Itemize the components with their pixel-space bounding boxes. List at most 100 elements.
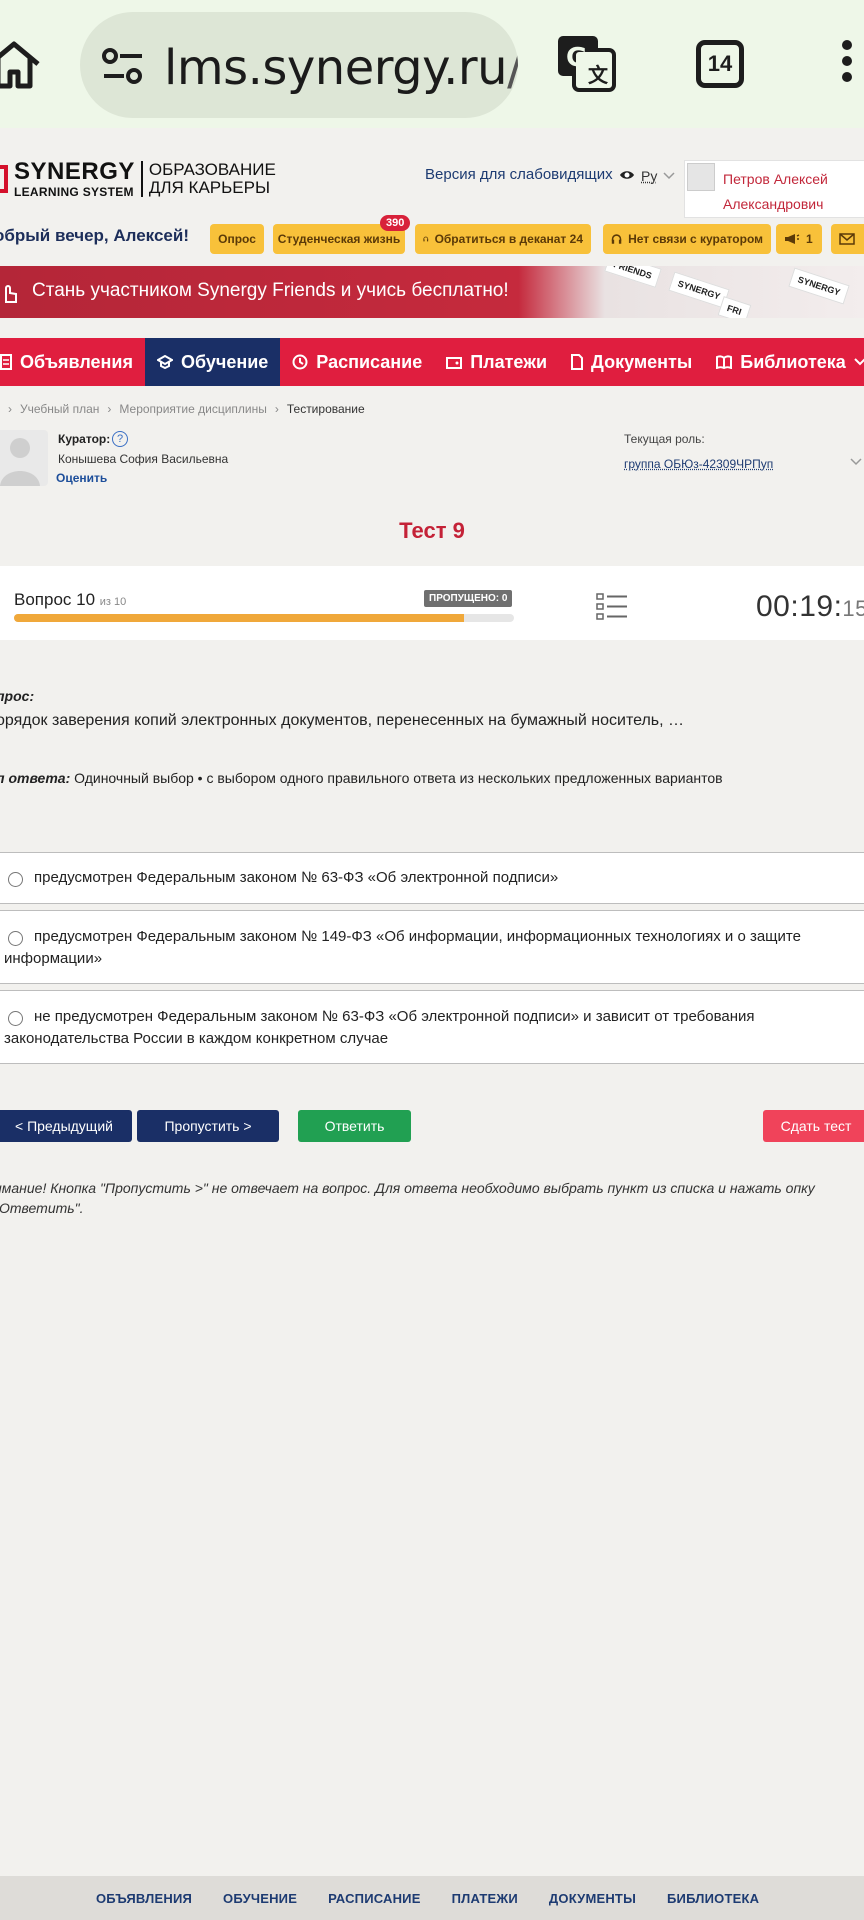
banner-text: Стань участником Synergy Friends и учись… — [32, 280, 509, 301]
previous-button[interactable]: < Предыдущий — [0, 1110, 132, 1142]
site-settings-icon[interactable] — [100, 46, 146, 86]
chevron-right-icon: › — [274, 402, 279, 416]
chevron-down-icon — [854, 358, 864, 366]
chevron-down-icon — [663, 172, 675, 180]
chevron-down-icon[interactable] — [850, 455, 862, 467]
answer-button[interactable]: Ответить — [298, 1110, 411, 1142]
footer-documents[interactable]: ДОКУМЕНТЫ — [549, 1891, 636, 1906]
curator-label: Куратор: — [58, 432, 111, 446]
footer-payments[interactable]: ПЛАТЕЖИ — [452, 1891, 518, 1906]
promo-banner[interactable]: Стань участником Synergy Friends и учись… — [0, 266, 864, 318]
banner-card: SYNERGY — [788, 267, 850, 305]
user-name-line1: Петров Алексей — [723, 171, 828, 187]
answer-option[interactable]: предусмотрен Федеральным законом № 149-Ф… — [0, 910, 864, 984]
logo-mark-icon — [0, 165, 8, 193]
curator-contact-button[interactable]: Нет связи с куратором — [603, 224, 771, 254]
survey-label: Опрос — [218, 232, 256, 246]
question-label: прос: — [0, 688, 35, 704]
footer-learning[interactable]: ОБУЧЕНИЕ — [223, 1891, 297, 1906]
accessibility-link[interactable]: Версия для слабовидящих — [425, 166, 635, 183]
test-title: Тест 9 — [399, 518, 465, 543]
nav-payments-label: Платежи — [470, 351, 548, 372]
main-nav: Объявления Обучение Расписание Платежи Д… — [0, 338, 864, 386]
survey-button[interactable]: Опрос — [210, 224, 264, 254]
submit-test-label: Сдать тест — [780, 1118, 852, 1134]
progress-fill — [14, 614, 464, 622]
url-text: lms.synergy.ru/as — [164, 40, 518, 96]
chevron-right-icon: › — [107, 402, 112, 416]
role-selector[interactable]: группа ОБЮз-42309ЧРПуп — [624, 457, 773, 471]
curator-name: Конышева София Васильевна — [58, 452, 229, 466]
previous-label: < Предыдущий — [15, 1118, 113, 1134]
nav-documents[interactable]: Документы — [559, 338, 704, 386]
question-text: орядок заверения копий электронных докум… — [0, 712, 685, 729]
banner-card: FRIENDS — [604, 266, 662, 288]
skipped-counter: ПРОПУЩЕНО: 0 — [424, 590, 513, 607]
tabs-counter-button[interactable]: 14 — [696, 40, 744, 88]
pointer-hand-icon — [5, 285, 17, 303]
question-number: Вопрос 10 из 10 — [14, 590, 127, 609]
dean-office-button[interactable]: Обратиться в деканат 24 — [415, 224, 591, 254]
user-menu[interactable]: Петров Алексей Александрович — [684, 160, 864, 218]
nav-learning[interactable]: Обучение — [144, 338, 281, 386]
accessibility-label: Версия для слабовидящих — [425, 166, 613, 183]
graduation-cap-icon — [156, 355, 173, 369]
banner-card: FRI — [717, 296, 751, 318]
translate-icon[interactable]: G 文 — [556, 34, 616, 94]
answer-label: Ответить — [324, 1118, 385, 1134]
answer-option[interactable]: не предусмотрен Федеральным законом № 63… — [0, 990, 864, 1064]
answer-option-text: предусмотрен Федеральным законом № 63-ФЗ… — [34, 869, 559, 886]
nav-payments[interactable]: Платежи — [434, 338, 559, 386]
browser-toolbar: lms.synergy.ru/as G 文 14 — [0, 0, 864, 128]
mail-button[interactable] — [831, 224, 864, 254]
answer-type-text: Одиночный выбор • с выбором одного прави… — [70, 770, 723, 786]
breadcrumb: › Учебный план › Мероприятие дисциплины … — [8, 402, 365, 416]
answer-option-text: не предусмотрен Федеральным законом № 63… — [4, 1008, 755, 1047]
curator-contact-label: Нет связи с куратором — [628, 232, 763, 246]
svg-text:G: G — [566, 43, 587, 73]
answer-option[interactable]: предусмотрен Федеральным законом № 63-ФЗ… — [0, 852, 864, 904]
more-menu-icon[interactable] — [840, 40, 854, 90]
submit-test-button[interactable]: Сдать тест — [763, 1110, 864, 1142]
language-selector[interactable]: Ру — [641, 168, 675, 184]
nav-library-label: Библиотека — [740, 351, 846, 372]
nav-documents-label: Документы — [591, 351, 693, 372]
synergy-logo[interactable]: SYNERGY LEARNING SYSTEM ОБРАЗОВАНИЕ ДЛЯ … — [0, 160, 276, 198]
nav-library[interactable]: Библиотека — [704, 338, 864, 386]
footer-schedule[interactable]: РАСПИСАНИЕ — [328, 1891, 421, 1906]
student-life-badge: 390 — [380, 215, 411, 231]
rate-curator-link[interactable]: Оценить — [56, 471, 107, 485]
breadcrumb-discipline-event[interactable]: Мероприятие дисциплины — [119, 402, 266, 416]
announcements-button[interactable]: 1 — [776, 224, 822, 254]
nav-schedule[interactable]: Расписание — [280, 338, 434, 386]
language-label: Ру — [641, 168, 658, 184]
footer-announcements[interactable]: ОБЪЯВЛЕНИЯ — [96, 1891, 192, 1906]
document-icon — [571, 354, 584, 370]
skip-warning: имание! Кнопка "Пропустить >" не отвечае… — [0, 1180, 815, 1216]
skip-button[interactable]: Пропустить > — [137, 1110, 279, 1142]
mail-icon — [839, 233, 855, 245]
role-label: Текущая роль: — [624, 432, 705, 446]
announcements-count: 1 — [806, 232, 813, 246]
help-icon[interactable]: ? — [112, 431, 128, 447]
breadcrumb-study-plan[interactable]: Учебный план — [20, 402, 99, 416]
chevron-right-icon: › — [8, 402, 12, 416]
dean-office-label: Обратиться в деканат 24 — [434, 232, 583, 246]
question-list-icon[interactable] — [596, 592, 628, 620]
avatar — [687, 163, 715, 191]
eye-icon — [619, 170, 634, 179]
timer: 00:19:15 — [756, 590, 864, 623]
headset-icon — [611, 234, 622, 244]
address-bar[interactable]: lms.synergy.ru/as — [80, 12, 518, 118]
logo-line1: SYNERGY — [14, 158, 135, 185]
nav-announcements[interactable]: Объявления — [0, 338, 145, 386]
home-icon[interactable] — [0, 38, 42, 92]
help-glyph: ? — [116, 433, 124, 445]
greeting: обрый вечер, Алексей! — [0, 226, 189, 245]
footer-library[interactable]: БИБЛИОТЕКА — [667, 1891, 759, 1906]
user-name-line2: Александрович — [723, 196, 824, 212]
student-life-label: Студенческая жизнь — [277, 232, 401, 246]
megaphone-icon — [785, 234, 800, 244]
breadcrumb-testing: Тестирование — [286, 402, 365, 416]
book-icon — [716, 355, 733, 369]
